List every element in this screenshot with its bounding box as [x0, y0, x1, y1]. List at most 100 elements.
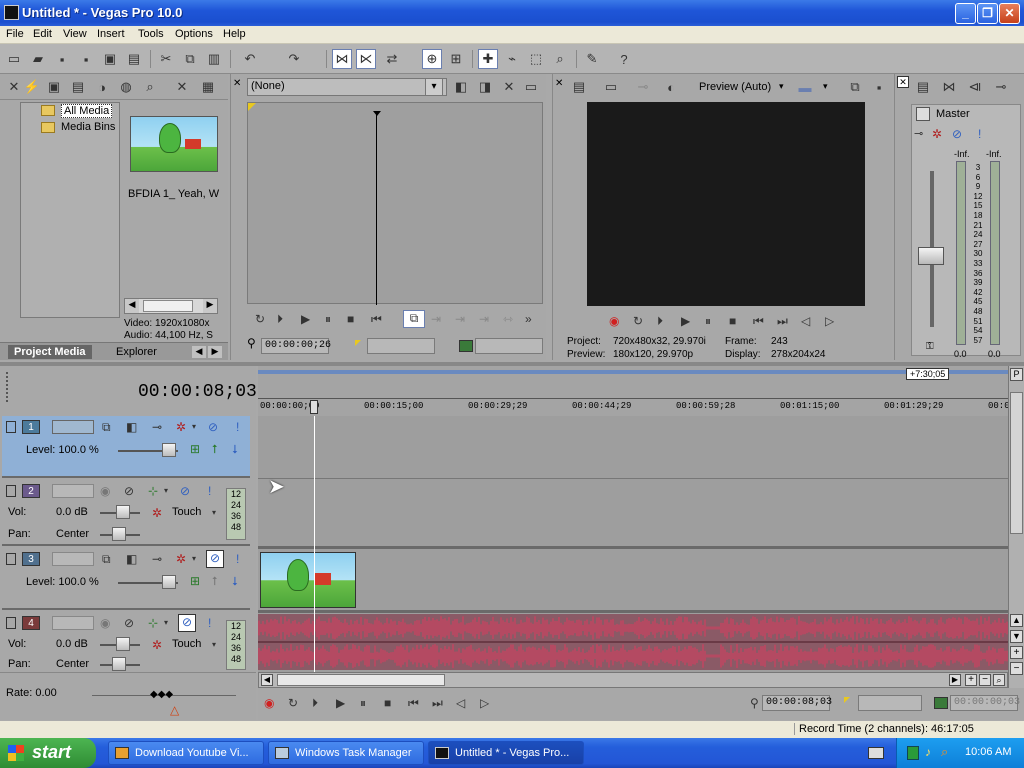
fx-dropdown-icon[interactable]: ▾ — [164, 486, 168, 495]
track-fx-audio-icon[interactable]: ⊹ — [148, 616, 158, 630]
trimmer-add-timeline-icon[interactable]: ⇥ — [431, 312, 441, 326]
transport-next-frame-icon[interactable]: ▷ — [480, 696, 489, 710]
track-name-field[interactable] — [52, 484, 94, 498]
prev-frame-icon[interactable]: ⏮ — [371, 312, 382, 327]
master-solo-icon[interactable]: ! — [978, 127, 981, 141]
composite-icon[interactable]: ⊞ — [190, 574, 200, 588]
transport-end-icon[interactable]: ⏭ — [432, 696, 443, 711]
transport-record-icon[interactable]: ◉ — [264, 696, 274, 710]
loop-icon[interactable]: ↻ — [255, 312, 265, 326]
trimmer-add-icon[interactable]: ◧ — [451, 77, 471, 97]
views-icon[interactable]: ▦ — [198, 77, 218, 97]
hzoom-tool-icon[interactable]: ⌕ — [993, 674, 1005, 686]
preview-loop-icon[interactable]: ↻ — [633, 314, 643, 328]
track-fx-icon[interactable]: ✲ — [176, 420, 186, 434]
trimmer-out-field[interactable] — [475, 338, 543, 354]
track-header-2[interactable]: 2 ◉ ⊘ ⊹ ▾ ⊘ ! Vol: 0.0 dB ✲ Touch ▾ Pan:… — [2, 480, 250, 546]
quality-dropdown-icon[interactable]: ▾ — [779, 81, 784, 92]
tab-explorer[interactable]: Explorer — [112, 346, 161, 358]
tray-volume-icon[interactable]: ♪ — [925, 745, 931, 759]
zoom-out-icon[interactable]: − — [1010, 662, 1023, 675]
scroll-right-icon[interactable]: ▶ — [203, 299, 217, 313]
preview-properties-icon[interactable]: ▤ — [569, 77, 589, 97]
maximize-button[interactable]: ❐ — [977, 3, 998, 24]
enable-snapping-icon[interactable]: ⋈ — [332, 49, 352, 69]
menu-insert[interactable]: Insert — [97, 28, 125, 40]
mute-icon[interactable]: ⊘ — [180, 484, 190, 498]
media-hscrollbar[interactable]: ◀ ▶ — [124, 298, 218, 314]
open-folder-icon[interactable]: ▰ — [28, 49, 48, 69]
transport-play-icon[interactable]: ▶ — [336, 696, 345, 710]
render-icon[interactable]: ▣ — [100, 49, 120, 69]
mute-icon[interactable]: ⊘ — [206, 550, 224, 568]
rate-knob[interactable]: ◆◆◆ — [150, 689, 174, 701]
transport-start-icon[interactable]: ⏮ — [408, 696, 419, 711]
zoom-in-icon[interactable]: + — [1010, 646, 1023, 659]
volume-knob[interactable] — [116, 505, 130, 519]
tab-project-media[interactable]: Project Media — [8, 345, 92, 359]
tray-app-icon[interactable] — [907, 746, 919, 760]
timeline-current-time[interactable]: 00:00:08;03 — [138, 382, 257, 402]
master-fader[interactable] — [918, 247, 944, 265]
tree-media-bins[interactable]: Media Bins — [61, 121, 115, 133]
transport-stop-icon[interactable]: ■ — [384, 696, 391, 710]
level-knob[interactable] — [162, 443, 176, 457]
track-header-1[interactable]: 1 ⧉ ◧ ⊸ ✲ ▾ ⊘ ! Level: 100.0 % ⊞ ⭡ ⭣ — [2, 416, 250, 478]
get-media-web-icon[interactable]: ▤ — [68, 77, 88, 97]
ignore-grouping-icon[interactable]: ⊞ — [446, 49, 466, 69]
trimmer-fit-icon[interactable]: ⇥ — [479, 312, 489, 326]
master-mute-icon[interactable]: ⊸ — [991, 77, 1011, 97]
timeline-ruler[interactable]: +7:30;05 00:00:00;00 00:00:15;00 00:00:2… — [258, 366, 1010, 416]
media-thumbnail[interactable] — [130, 116, 218, 172]
transport-loop-icon[interactable]: ↻ — [288, 696, 298, 710]
audio-event-clip[interactable] — [258, 614, 1008, 670]
fx-dropdown-icon[interactable]: ▾ — [164, 618, 168, 627]
composite-icon[interactable]: ⊞ — [190, 442, 200, 456]
keyboard-tray-icon[interactable] — [868, 747, 884, 759]
pan-knob[interactable] — [112, 527, 126, 541]
automation-mode[interactable]: Touch — [172, 638, 201, 650]
video-event-clip[interactable] — [260, 552, 356, 608]
menu-file[interactable]: File — [6, 28, 24, 40]
preview-close-icon[interactable]: ✕ — [555, 78, 563, 89]
task-windows-task-manager[interactable]: Windows Task Manager — [268, 741, 424, 765]
selection-start-field[interactable] — [858, 695, 922, 711]
downmix-icon[interactable]: ⋈ — [939, 77, 959, 97]
track-name-field[interactable] — [52, 616, 94, 630]
record-icon[interactable]: ◉ — [609, 314, 619, 328]
track-collapse-icon[interactable] — [6, 617, 16, 629]
master-insert-fx-icon[interactable]: ⊸ — [914, 127, 923, 140]
solo-icon[interactable]: ! — [236, 552, 239, 566]
trimmer-clear-icon[interactable]: ✕ — [499, 77, 519, 97]
menu-edit[interactable]: Edit — [33, 28, 52, 40]
cut-icon[interactable]: ✂ — [156, 49, 176, 69]
automation-mode[interactable]: Touch — [172, 506, 201, 518]
menu-tools[interactable]: Tools — [138, 28, 164, 40]
pause-icon[interactable]: ⏸ — [325, 312, 331, 327]
master-lock-icon[interactable]: ⚿ — [926, 341, 934, 352]
normal-edit-tool-icon[interactable]: ✚ — [478, 49, 498, 69]
expand-up-icon[interactable]: ⭡ — [212, 442, 218, 457]
new-project-icon[interactable]: ▭ — [4, 49, 24, 69]
touch-dropdown-icon[interactable]: ▾ — [212, 640, 216, 649]
video-fx-icon[interactable]: ⊸ — [633, 77, 653, 97]
volume-knob[interactable] — [116, 637, 130, 651]
preview-end-icon[interactable]: ⏭ — [777, 314, 788, 329]
level-knob[interactable] — [162, 575, 176, 589]
preview-play-start-icon[interactable]: ⏵ — [657, 314, 663, 329]
auto-ripple-icon[interactable]: ⇄ — [382, 49, 402, 69]
preview-next-frame-icon[interactable]: ▷ — [825, 314, 834, 328]
selection-length-field[interactable]: 00:00:00;03 — [950, 695, 1020, 711]
tray-search-icon[interactable]: ⌕ — [941, 744, 948, 760]
trimmer-monitor-icon[interactable]: ▭ — [521, 77, 541, 97]
solo-icon[interactable]: ! — [208, 616, 211, 630]
vscroll-up-icon[interactable]: ▲ — [1010, 614, 1023, 627]
transport-timecode[interactable]: 00:00:08;03 — [762, 695, 832, 711]
preview-start-icon[interactable]: ⏮ — [753, 314, 764, 329]
more-options-icon[interactable]: » — [525, 312, 532, 326]
hzoom-out-icon[interactable]: − — [979, 674, 991, 686]
search-media-icon[interactable]: ⌕ — [140, 77, 160, 97]
trimmer-source-select[interactable]: (None) — [247, 78, 447, 96]
hzoom-in-icon[interactable]: + — [965, 674, 977, 686]
zoom-tool-icon[interactable]: ⌕ — [550, 49, 570, 69]
